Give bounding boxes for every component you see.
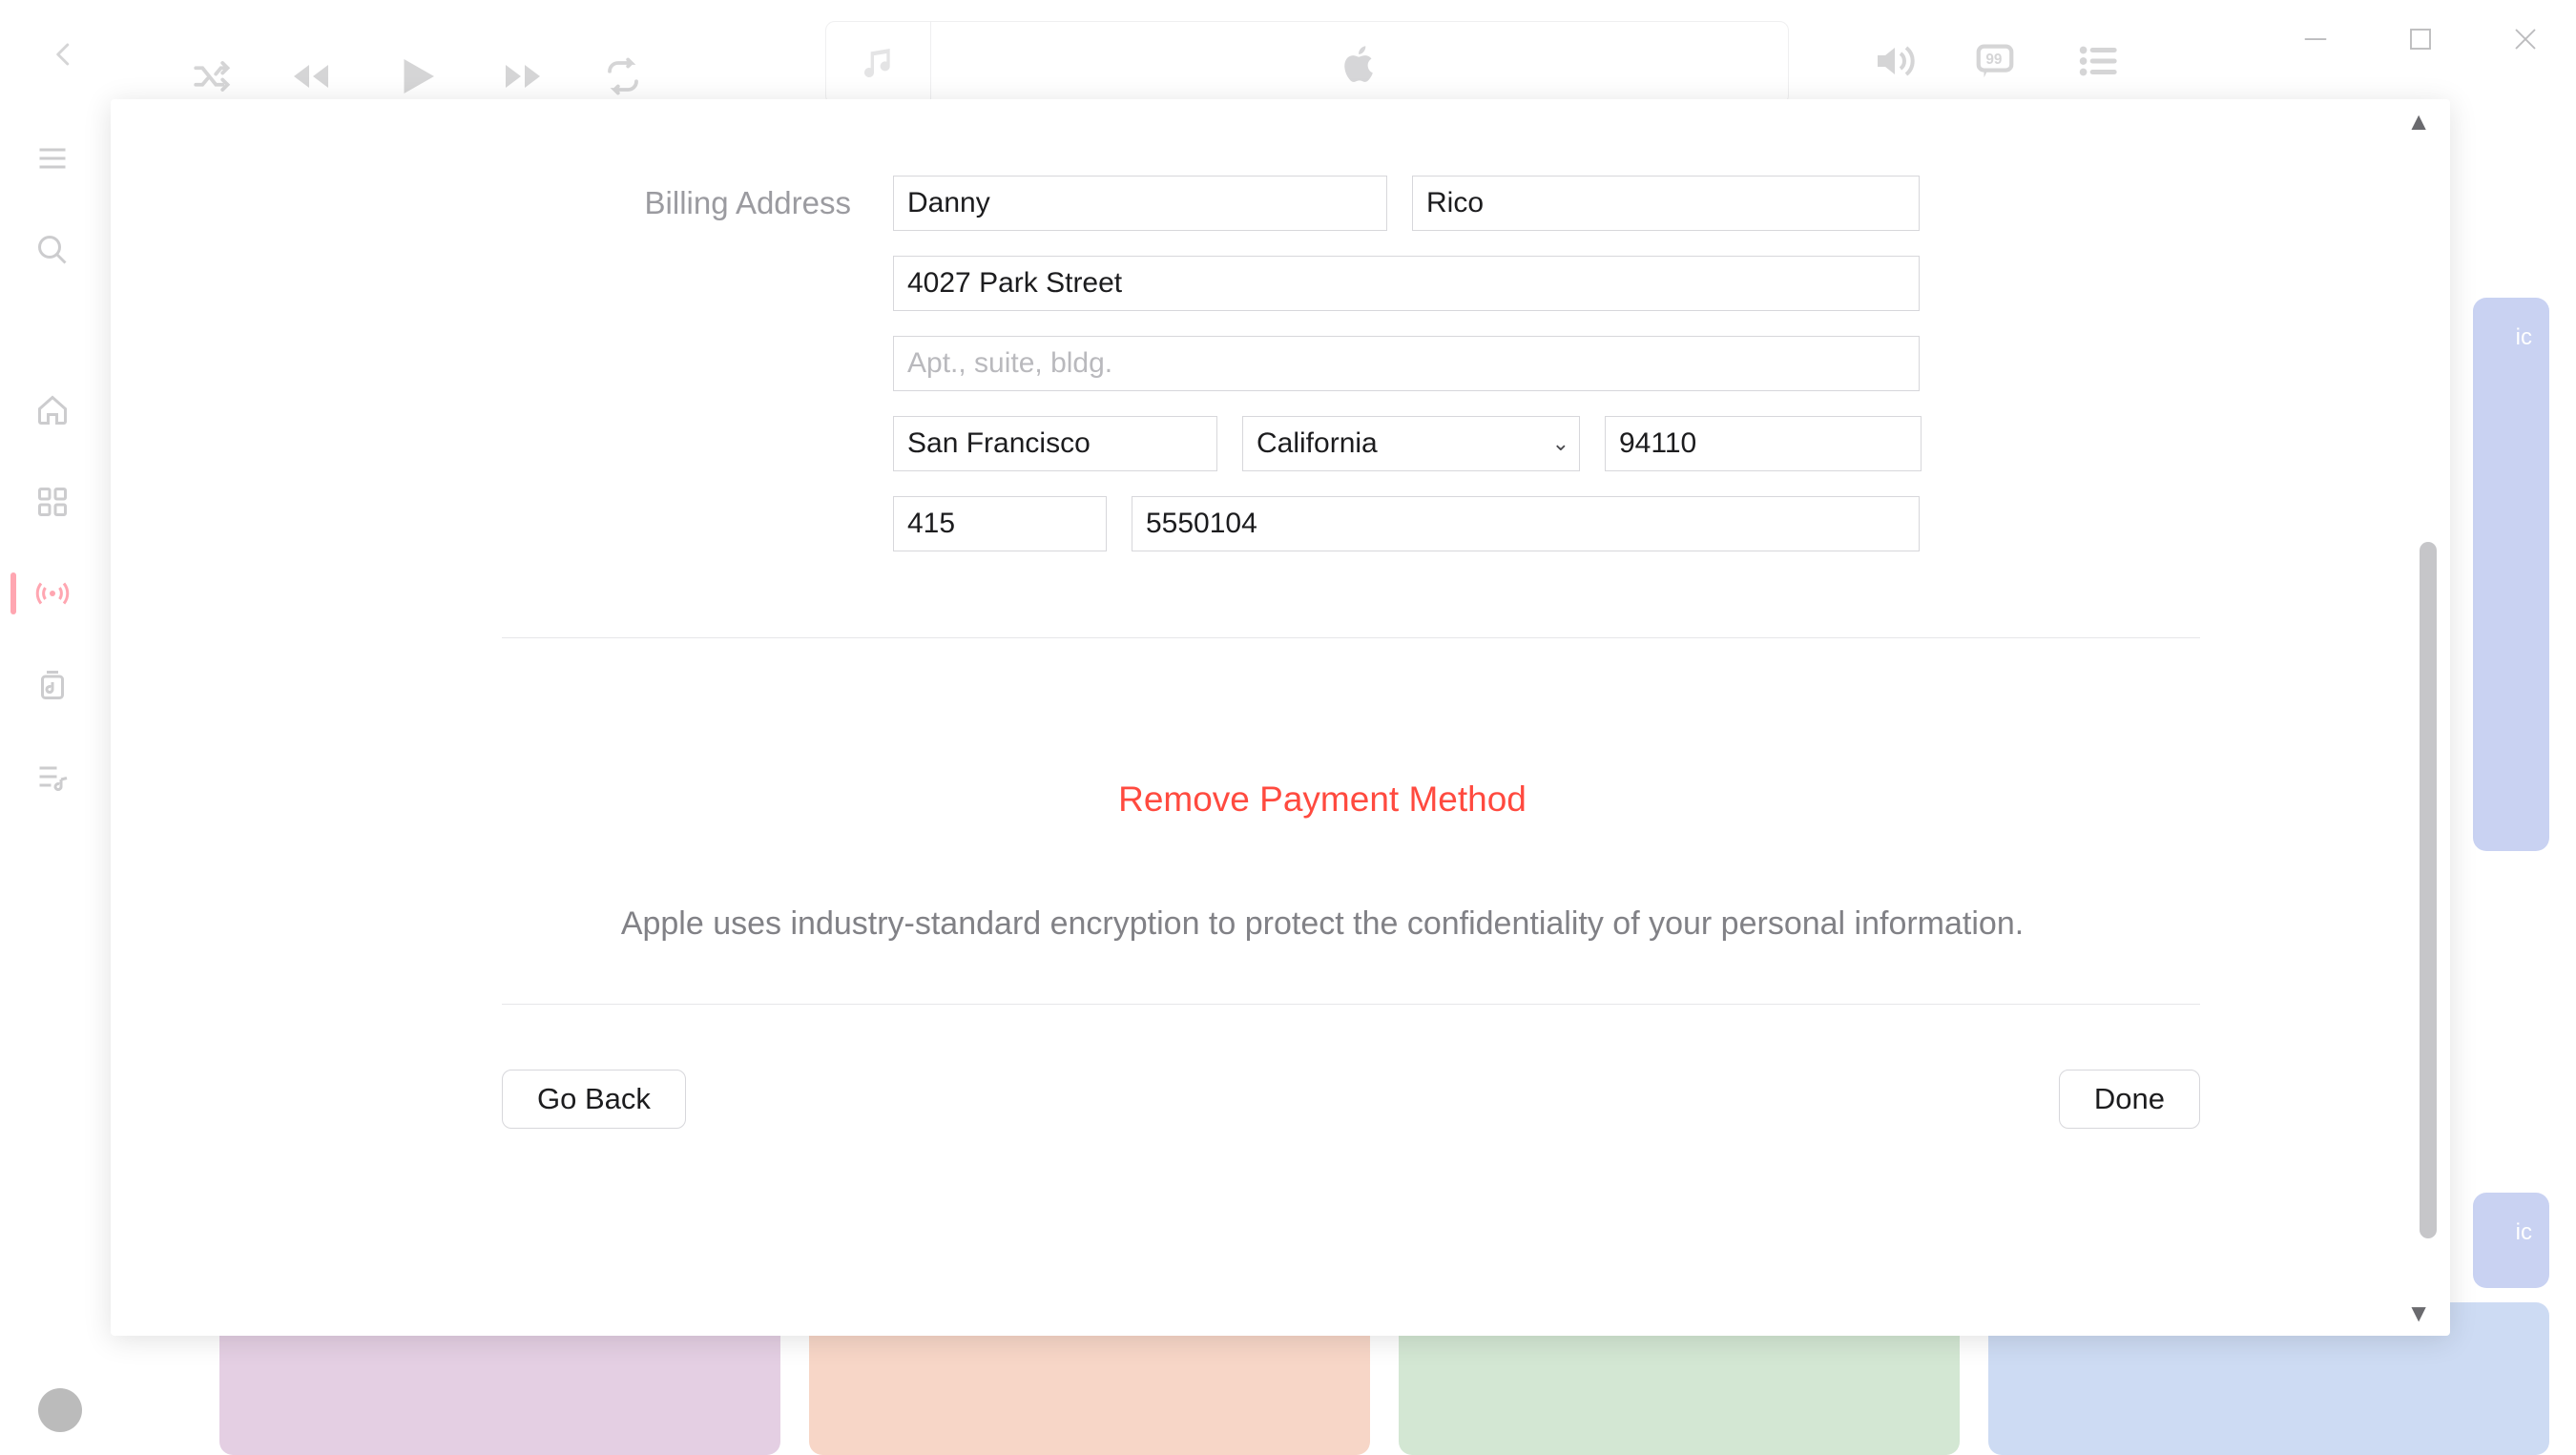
previous-icon[interactable] bbox=[288, 53, 334, 99]
library-icon[interactable] bbox=[31, 664, 73, 706]
scrollbar-thumb[interactable] bbox=[2420, 542, 2437, 1238]
play-icon[interactable] bbox=[391, 51, 443, 102]
last-name-field[interactable] bbox=[1412, 176, 1920, 231]
bg-tile-right-2: ic bbox=[2473, 1193, 2549, 1288]
divider bbox=[502, 1004, 2200, 1005]
bg-tile-right: ic bbox=[2473, 298, 2549, 851]
phone-field[interactable] bbox=[1132, 496, 1920, 551]
radio-icon[interactable] bbox=[31, 572, 73, 614]
avatar[interactable] bbox=[38, 1388, 82, 1432]
back-button[interactable] bbox=[40, 31, 88, 78]
playlist-icon[interactable] bbox=[31, 756, 73, 798]
sidebar-toggle-icon[interactable] bbox=[31, 137, 73, 179]
billing-address-label: Billing Address bbox=[387, 176, 893, 551]
search-icon[interactable] bbox=[31, 229, 73, 271]
city-field[interactable] bbox=[893, 416, 1217, 471]
go-back-button[interactable]: Go Back bbox=[502, 1070, 686, 1129]
scroll-up-icon[interactable]: ▲ bbox=[2406, 107, 2431, 136]
zip-field[interactable] bbox=[1605, 416, 1922, 471]
divider bbox=[502, 637, 2200, 638]
next-icon[interactable] bbox=[500, 53, 546, 99]
account-overlay: ▲ ▼ Billing Address California ⌄ bbox=[111, 99, 2450, 1336]
browse-icon[interactable] bbox=[31, 481, 73, 523]
repeat-icon[interactable] bbox=[603, 56, 643, 96]
state-select-value: California bbox=[1257, 427, 1378, 460]
first-name-field[interactable] bbox=[893, 176, 1387, 231]
lyrics-icon[interactable]: 99 bbox=[1973, 39, 2017, 88]
queue-icon[interactable] bbox=[2074, 39, 2118, 88]
volume-icon[interactable] bbox=[1870, 38, 1916, 89]
svg-text:99: 99 bbox=[1985, 52, 2002, 68]
bg-tile-label: ic bbox=[2516, 324, 2532, 351]
back-arrow-icon bbox=[50, 40, 78, 69]
state-select[interactable]: California ⌄ bbox=[1242, 416, 1580, 471]
done-button[interactable]: Done bbox=[2059, 1070, 2200, 1129]
close-button[interactable] bbox=[2502, 15, 2549, 63]
apt-field[interactable] bbox=[893, 336, 1920, 391]
bg-tile-label: ic bbox=[2516, 1219, 2532, 1246]
chevron-down-icon: ⌄ bbox=[1552, 431, 1569, 456]
area-code-field[interactable] bbox=[893, 496, 1107, 551]
now-playing-box bbox=[825, 21, 1789, 105]
street-field[interactable] bbox=[893, 256, 1920, 311]
home-icon[interactable] bbox=[31, 389, 73, 431]
remove-payment-link[interactable]: Remove Payment Method bbox=[387, 779, 2257, 820]
shuffle-icon[interactable] bbox=[191, 56, 231, 96]
apple-logo-icon bbox=[931, 41, 1788, 85]
scroll-down-icon[interactable]: ▼ bbox=[2406, 1299, 2431, 1328]
encryption-info-text: Apple uses industry-standard encryption … bbox=[387, 905, 2257, 943]
music-art-slot bbox=[826, 22, 931, 104]
